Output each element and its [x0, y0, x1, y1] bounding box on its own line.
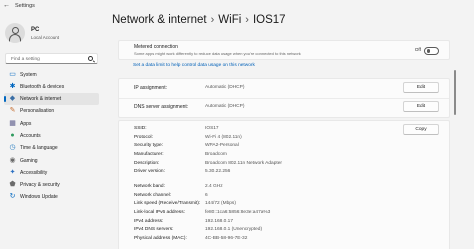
sidebar-item-apps[interactable]: ▦ Apps: [4, 117, 99, 129]
property-value: 192.168.0.1 (Unencrypted): [205, 227, 263, 232]
metered-connection-card: Metered connection Some apps might work …: [118, 40, 450, 60]
avatar-head-shape: [11, 26, 19, 34]
breadcrumb-separator: ›: [210, 14, 215, 26]
toggle-knob: [426, 49, 431, 53]
brush-icon: ✎: [9, 107, 16, 115]
property-label: Network channel:: [134, 193, 172, 198]
property-value: IOS17: [205, 126, 219, 131]
property-label: Physical address (MAC):: [134, 236, 187, 241]
property-label: Link speed (Receive/Transmit):: [134, 201, 201, 206]
property-value: Broadcom 802.11n Network Adapter: [205, 161, 282, 166]
ip-settings-card: IP assignment: Automatic (DHCP) Edit DNS…: [118, 78, 450, 118]
search-placeholder: Find a setting: [11, 56, 40, 62]
back-arrow-icon[interactable]: ←: [3, 2, 10, 9]
property-label: SSID:: [134, 126, 147, 131]
property-label: Description:: [134, 161, 160, 166]
property-value: fe80::1ca6:5856:8e3e:a47a%3: [205, 210, 271, 215]
properties-card: Copy SSID: IOS17 Protocol: Wi-Fi 4 (802.11n…: [118, 120, 450, 249]
avatar: [5, 23, 25, 43]
sidebar-item-privacy-security[interactable]: ⬟ Privacy & security: [4, 179, 99, 191]
gamepad-icon: ◉: [9, 156, 16, 164]
network-icon: ◆: [9, 95, 16, 103]
property-label: Link-local IPv6 address:: [134, 210, 185, 215]
accessibility-icon: ✦: [9, 168, 16, 176]
sidebar-item-network-internet[interactable]: ◆ Network & internet: [4, 92, 99, 105]
property-label: Protocol:: [134, 135, 153, 140]
avatar-body-shape: [9, 34, 21, 42]
breadcrumb: Network & internet › WiFi › IOS17: [112, 14, 286, 36]
shield-icon: ⬟: [9, 181, 16, 189]
sidebar-item-label: Privacy & security: [20, 182, 60, 189]
window-title: Settings: [15, 3, 35, 9]
metered-toggle[interactable]: [424, 46, 439, 55]
bluetooth-icon: ✱: [9, 82, 16, 90]
property-value: 6: [205, 193, 208, 198]
content-pane: Metered connection Some apps might work …: [118, 40, 450, 249]
property-label: Driver version:: [134, 169, 165, 174]
sidebar-item-label: Accounts: [20, 132, 41, 139]
breadcrumb-network-internet[interactable]: Network & internet: [112, 14, 207, 26]
search-input[interactable]: Find a setting: [5, 53, 98, 64]
copy-button[interactable]: Copy: [403, 124, 439, 135]
metered-title: Metered connection: [134, 44, 178, 50]
page-title: IOS17: [252, 14, 286, 26]
sidebar-item-gaming[interactable]: ◉ Gaming: [4, 154, 99, 166]
property-value: WPA2-Personal: [205, 143, 239, 148]
data-limit-link[interactable]: Set a data limit to help control data us…: [133, 63, 255, 68]
property-value: Wi-Fi 4 (802.11n): [205, 135, 242, 140]
sidebar-item-system[interactable]: ▭ System: [4, 68, 99, 80]
sidebar-item-personalisation[interactable]: ✎ Personalisation: [4, 105, 99, 117]
apps-icon: ▦: [9, 119, 16, 127]
ip-edit-button[interactable]: Edit: [403, 82, 439, 93]
property-label: IPv4 DNS servers:: [134, 227, 174, 232]
property-label: IPv4 address:: [134, 219, 164, 224]
sidebar-item-label: Apps: [20, 120, 32, 127]
sidebar-item-accounts[interactable]: ● Accounts: [4, 129, 99, 141]
sidebar-item-label: Windows Update: [20, 194, 58, 201]
sidebar-nav: ▭ System ✱ Bluetooth & devices ◆ Network & in…: [4, 68, 99, 203]
sidebar-item-label: Time & language: [20, 145, 58, 152]
sidebar-item-accessibility[interactable]: ✦ Accessibility: [4, 166, 99, 178]
sidebar-item-label: Personalisation: [20, 108, 55, 115]
sidebar-item-label: Network & internet: [20, 96, 62, 103]
property-value: 192.168.0.17: [205, 219, 234, 224]
property-value: 2.4 GHz: [205, 184, 223, 189]
sidebar-item-label: Bluetooth & devices: [20, 83, 65, 90]
property-value: 4C-BB-58-96-7E-32: [205, 236, 248, 241]
dns-edit-button[interactable]: Edit: [403, 101, 439, 112]
metered-description: Some apps might work differently to redu…: [134, 51, 301, 56]
profile-account-type: Local Account: [31, 35, 60, 40]
breadcrumb-separator: ›: [245, 14, 249, 26]
sidebar-item-label: System: [20, 71, 37, 78]
sidebar: PC Local Account Find a setting ▭ System ✱…: [0, 14, 103, 249]
scrollbar[interactable]: [454, 70, 456, 115]
profile[interactable]: PC Local Account: [5, 23, 100, 51]
ip-assignment-value: Automatic (DHCP): [205, 85, 245, 90]
sidebar-item-label: Accessibility: [20, 169, 48, 176]
breadcrumb-wifi[interactable]: WiFi: [218, 14, 241, 26]
globe-clock-icon: ◷: [9, 144, 16, 152]
ip-assignment-label: IP assignment:: [134, 85, 167, 91]
property-value: Broadcom: [205, 152, 227, 157]
profile-name: PC: [31, 27, 40, 33]
update-icon: ↻: [9, 193, 16, 201]
sidebar-item-label: Gaming: [20, 157, 38, 164]
person-icon: ●: [10, 131, 15, 139]
divider: [119, 98, 449, 99]
sidebar-item-windows-update[interactable]: ↻ Windows Update: [4, 191, 99, 203]
title-bar: ← Settings: [0, 0, 474, 14]
metered-state-label: Off: [414, 48, 421, 53]
property-label: Network band:: [134, 184, 165, 189]
sidebar-item-bluetooth-devices[interactable]: ✱ Bluetooth & devices: [4, 80, 99, 92]
search-icon: [88, 56, 93, 61]
property-value: 144/72 (Mbps): [205, 201, 236, 206]
dns-assignment-label: DNS server assignment:: [134, 104, 189, 110]
monitor-icon: ▭: [9, 70, 16, 78]
property-label: Manufacturer:: [134, 152, 164, 157]
property-label: Security type:: [134, 143, 164, 148]
dns-assignment-value: Automatic (DHCP): [205, 104, 245, 109]
property-value: 5.30.22.256: [205, 169, 231, 174]
sidebar-item-time-language[interactable]: ◷ Time & language: [4, 142, 99, 154]
